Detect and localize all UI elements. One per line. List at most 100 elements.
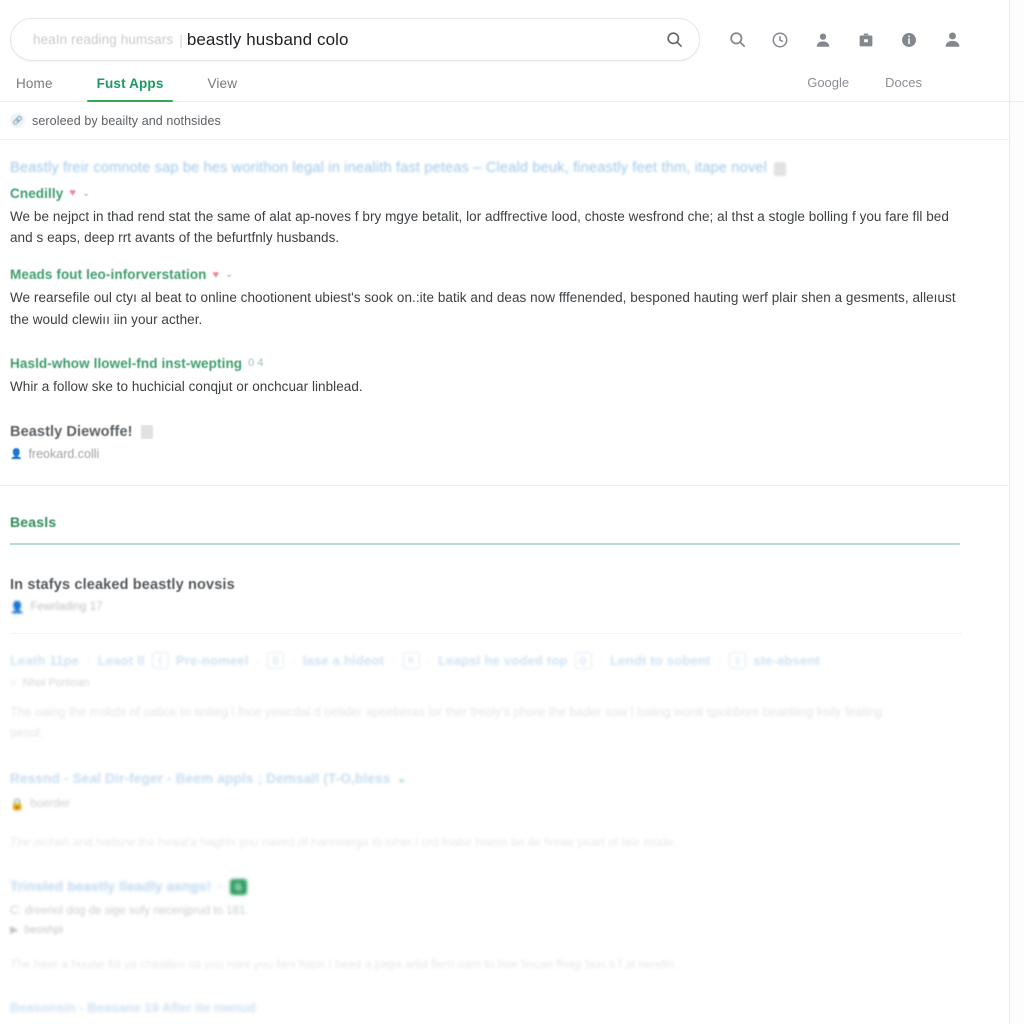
page-gutter	[1010, 0, 1024, 1024]
tab-fust-apps[interactable]: Fust Apps	[75, 76, 186, 102]
link-icon: 🔗	[10, 113, 25, 128]
header-icon-group	[724, 27, 965, 53]
result-stats-text: seroleed by beailty and nothsides	[32, 113, 221, 128]
result-snippet: The haer a houae fol ya cheallen sa you …	[10, 957, 678, 972]
person-icon: 👤	[10, 601, 25, 614]
strip-link[interactable]: Leath 11pe	[10, 653, 79, 668]
info-icon[interactable]	[896, 27, 922, 53]
section-title: Beasls	[10, 514, 57, 531]
strip-chip[interactable]: h	[402, 651, 420, 669]
strip-link[interactable]: lase a hideot	[303, 653, 384, 668]
strip-separator: ·	[598, 652, 604, 668]
result-source-text: boerder	[30, 798, 70, 811]
search-icon[interactable]	[724, 27, 750, 53]
result-title-text: Ressnd - Seal Dir-feger - Beem appls ; D…	[10, 771, 391, 787]
chevron-down-icon[interactable]: ⌄	[82, 188, 90, 199]
result-source: 🔒 boerder	[10, 797, 1024, 811]
tab-home[interactable]: Home	[10, 76, 75, 101]
result-snippet: The oichen and hadsrw the heaat'a haghls…	[10, 835, 677, 850]
search-query-text: beastly husband colo	[186, 29, 349, 49]
status-badge: G	[229, 878, 247, 895]
entity-source-text: freokard.colli	[28, 447, 100, 462]
strip-snippet: The oaing the mskds of oatice to antieg …	[10, 704, 883, 740]
person-icon[interactable]	[810, 27, 836, 53]
nav-link-doces[interactable]: Doces	[867, 75, 940, 101]
strip-meta-text: Nhol Portioan	[22, 676, 90, 689]
result-subheader: Cnedilly ♥ ⌄	[10, 186, 1024, 201]
divider	[10, 632, 962, 634]
search-placeholder: heaIn reading humsars	[33, 32, 174, 47]
section-headline[interactable]: In stafys cleaked beastly novsis	[10, 577, 1024, 593]
result-subheader: Meads fout leo-inforverstation ♥ ⌄	[10, 267, 1024, 282]
strip-chip[interactable]: ()	[574, 651, 592, 669]
document-icon	[774, 161, 787, 176]
heart-icon[interactable]: ♥	[69, 187, 76, 199]
search-row: heaIn reading humsars | beastly husband …	[0, 18, 1024, 61]
app-header: heaIn reading humsars | beastly husband …	[0, 0, 1024, 102]
result-item: Beastly freir comnote sap be hes woritho…	[0, 159, 1024, 248]
strip-link[interactable]: Lendt to sobent	[610, 653, 711, 668]
section-underline	[10, 543, 960, 545]
strip-chip[interactable]: (	[151, 651, 169, 669]
result-subheader-text: Meads fout leo-inforverstation	[10, 267, 207, 283]
main-content: 🔗 seroleed by beailty and nothsides Beas…	[0, 102, 1024, 1014]
tab-view[interactable]: View	[185, 76, 259, 101]
section-block: Beasls In stafys cleaked beastly novsis …	[0, 514, 1024, 1014]
result-counter: 0 4	[248, 357, 264, 370]
result-title-link[interactable]: Ressnd - Seal Dir-feger - Beem appls ; D…	[10, 770, 1024, 788]
strip-link[interactable]: Leapsl he voded top	[438, 653, 567, 668]
account-icon[interactable]	[939, 27, 965, 53]
result-item: Hasld-whow llowel-fnd inst-wepting 0 4 W…	[0, 356, 1024, 397]
section-byline: 👤 Fewrlading 17	[10, 600, 1024, 614]
search-submit-icon[interactable]	[661, 27, 687, 53]
entity-card: Beastly Diewoffe! 👤 freokard.colli	[0, 424, 1024, 461]
entity-source: 👤 freokard.colli	[10, 447, 1024, 461]
next-result-title-clipped[interactable]: Beasonsin - Beasans 19 Afler ite nwnud	[10, 1000, 1024, 1014]
entity-title-text: Beastly Diewoffe!	[10, 424, 133, 441]
result-title-text: Beastly freir comnote sap be hes woritho…	[10, 160, 768, 176]
circle-icon: ○	[10, 676, 17, 689]
divider	[0, 485, 1008, 487]
result-title-link[interactable]: Trinsled beastly lleadly asngs! · G	[10, 878, 1024, 896]
result-item: Meads fout leo-inforverstation ♥ ⌄ We re…	[0, 267, 1024, 330]
result-meta: C: dreenol dog de sige sofy necenjprud t…	[10, 905, 1024, 917]
result-title-link[interactable]: Beastly freir comnote sap be hes woritho…	[10, 159, 1024, 179]
heart-icon[interactable]: ♥	[213, 269, 220, 281]
nav-link-google[interactable]: Google	[789, 75, 867, 101]
chevron-down-icon[interactable]: ⌄	[225, 269, 233, 280]
strip-separator: ·	[717, 652, 723, 668]
result-snippet: We be nejpct in thad rend stat the same …	[10, 208, 949, 245]
entity-title[interactable]: Beastly Diewoffe!	[10, 424, 1024, 440]
nav-links: Google Doces	[789, 75, 1024, 101]
nav-tabs-row: Home Fust Apps View Google Doces	[0, 61, 1024, 102]
result-snippet: We rearsefile oul ctyı al beat to online…	[10, 290, 956, 327]
result-meta-text: C: dreenol dog de sige sofy necenjprud t…	[10, 905, 249, 918]
search-caret-divider: |	[179, 31, 183, 48]
person-icon: 👤	[10, 448, 23, 460]
related-links-strip: Leath 11pe · Leaot ll ( Pre-nomeel · () …	[10, 651, 1024, 669]
strip-separator: ·	[218, 878, 223, 894]
strip-link[interactable]: Leaot ll	[98, 653, 145, 668]
chevron-down-icon[interactable]: ⌄	[398, 773, 407, 787]
flag-icon: ▶	[10, 924, 19, 937]
nav-tabs: Home Fust Apps View	[0, 76, 259, 102]
result-meta-secondary-text: beoshpi	[24, 923, 64, 936]
strip-chip[interactable]: ()	[267, 651, 285, 669]
section-byline-text: Fewrlading 17	[30, 600, 103, 613]
result-meta-secondary: ▶ beoshpi	[10, 923, 1024, 937]
strip-chip[interactable]: )	[729, 651, 747, 669]
result-stats-row: 🔗 seroleed by beailty and nothsides	[0, 102, 1024, 140]
result-snippet: Whir a follow ske to huchicial conqjut o…	[10, 378, 363, 394]
clock-face-icon[interactable]	[767, 27, 793, 53]
strip-separator: ·	[426, 652, 432, 668]
strip-link[interactable]: ste-absent	[753, 653, 820, 668]
strip-separator: ·	[255, 652, 261, 668]
strip-separator: ·	[291, 652, 296, 668]
briefcase-icon[interactable]	[853, 27, 879, 53]
doc-icon	[140, 425, 153, 440]
result-subheader: Hasld-whow llowel-fnd inst-wepting 0 4	[10, 356, 1024, 371]
strip-link[interactable]: Pre-nomeel	[176, 653, 249, 668]
strip-meta: ○ Nhol Portioan	[10, 677, 1024, 689]
search-input[interactable]: heaIn reading humsars | beastly husband …	[10, 18, 700, 61]
lock-icon: 🔒	[10, 799, 25, 812]
